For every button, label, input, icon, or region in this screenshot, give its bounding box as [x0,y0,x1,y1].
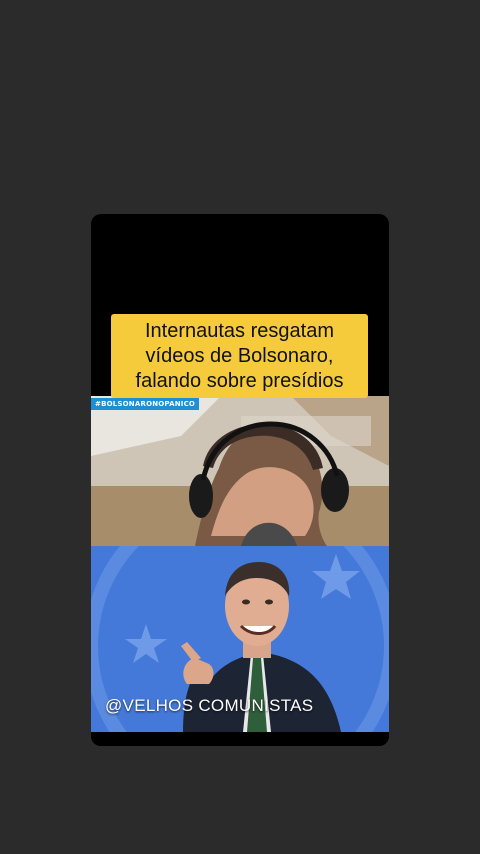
hashtag-label: #BOLSONARONOPANICO [91,398,200,410]
screen: Internautas resgatam vídeos de Bolsonaro… [0,0,480,854]
headline-text: Internautas resgatam vídeos de Bolsonaro… [132,319,348,394]
headline-caption: Internautas resgatam vídeos de Bolsonaro… [111,314,368,398]
headline-line-3: falando sobre presídios [135,369,344,392]
watermark-handle: @VELHOS COMUNISTAS [105,696,314,715]
bottom-video-clip: @VELHOS COMUNISTAS [91,546,389,732]
top-video-clip: #BOLSONARONOPANICO [91,396,389,546]
video-player[interactable]: Internautas resgatam vídeos de Bolsonaro… [91,214,389,746]
video-bottom-bar [91,732,389,746]
headphones-speaker-image [91,396,389,546]
headline-line-1: Internautas resgatam [144,319,334,342]
headline-line-2: vídeos de Bolsonaro, [145,344,334,367]
